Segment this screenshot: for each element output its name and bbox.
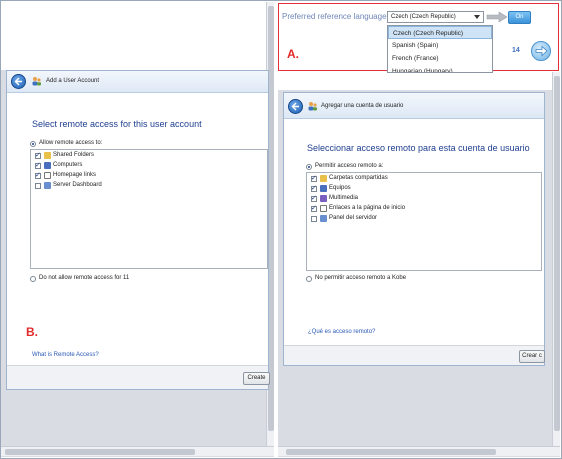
media-icon bbox=[320, 195, 327, 202]
language-option-czech[interactable]: Czech (Czech Republic) bbox=[388, 26, 492, 39]
list-item: Carpetas compartidas bbox=[329, 175, 388, 181]
right-horizontal-scrollbar[interactable] bbox=[278, 446, 560, 456]
list-item: Equipos bbox=[329, 185, 351, 191]
left-add-user-dialog: Add a User Account Select remote access … bbox=[6, 70, 270, 390]
dialog-header: Add a User Account bbox=[7, 71, 268, 93]
shared-folders-checkbox[interactable] bbox=[311, 174, 317, 182]
users-icon bbox=[32, 77, 41, 86]
computers-checkbox[interactable] bbox=[35, 161, 41, 169]
arrow-right-icon bbox=[486, 11, 508, 23]
callout-b-marker: B. bbox=[26, 325, 38, 339]
create-button[interactable]: Crear c bbox=[519, 350, 545, 363]
next-page-button[interactable] bbox=[531, 41, 551, 61]
language-select-value: Czech (Czech Republic) bbox=[391, 14, 456, 20]
homepage-links-checkbox[interactable] bbox=[311, 204, 317, 212]
list-item: Homepage links bbox=[53, 172, 97, 178]
allow-access-radio[interactable] bbox=[306, 164, 312, 170]
computer-icon bbox=[44, 162, 51, 169]
computer-icon bbox=[320, 185, 327, 192]
computers-checkbox[interactable] bbox=[311, 184, 317, 192]
callout-a-marker: A. bbox=[287, 47, 299, 61]
language-option-spanish[interactable]: Spanish (Spain) bbox=[388, 39, 492, 52]
list-item: Multimedia bbox=[329, 195, 359, 201]
chevron-down-icon bbox=[474, 15, 480, 19]
access-list: Shared Folders Computers Homepage links … bbox=[30, 149, 268, 269]
allow-access-label: Permitir acceso remoto a: bbox=[315, 163, 384, 169]
back-button[interactable] bbox=[11, 74, 26, 89]
list-item: Server Dashboard bbox=[53, 182, 102, 188]
dashboard-icon bbox=[44, 182, 51, 189]
dialog-heading: Seleccionar acceso remoto para esta cuen… bbox=[307, 143, 530, 153]
deny-access-radio[interactable] bbox=[306, 276, 312, 282]
list-item: Shared Folders bbox=[53, 152, 95, 158]
homepage-links-checkbox[interactable] bbox=[35, 171, 41, 179]
translation-on-toggle[interactable]: On bbox=[508, 11, 531, 24]
folder-icon bbox=[320, 175, 327, 182]
list-item: Enlaces a la página de inicio bbox=[329, 205, 406, 211]
media-checkbox[interactable] bbox=[311, 194, 317, 202]
dialog-heading: Select remote access for this user accou… bbox=[32, 119, 202, 129]
arrow-left-icon bbox=[291, 102, 299, 111]
access-list: Carpetas compartidas Equipos Multimedia … bbox=[306, 172, 542, 271]
language-dropdown-list: Czech (Czech Republic) Spanish (Spain) F… bbox=[387, 25, 493, 73]
list-item: Panel del servidor bbox=[329, 215, 378, 221]
left-horizontal-scrollbar[interactable] bbox=[1, 446, 274, 456]
allow-access-label: Allow remote access to: bbox=[39, 140, 103, 146]
page-number: 14 bbox=[512, 47, 520, 54]
right-add-user-dialog: Agregar una cuenta de usuario Selecciona… bbox=[283, 92, 545, 366]
back-button[interactable] bbox=[288, 99, 303, 114]
next-circle-icon bbox=[535, 45, 548, 57]
server-dashboard-checkbox[interactable] bbox=[35, 183, 41, 189]
allow-access-radio[interactable] bbox=[30, 141, 36, 147]
deny-access-radio[interactable] bbox=[30, 276, 36, 282]
dialog-header: Agregar una cuenta de usuario bbox=[284, 93, 544, 119]
scroll-thumb[interactable] bbox=[554, 76, 560, 431]
dashboard-icon bbox=[320, 215, 327, 222]
deny-access-label: No permitir acceso remoto a Kobe bbox=[315, 275, 407, 281]
server-dashboard-checkbox[interactable] bbox=[311, 216, 317, 222]
folder-icon bbox=[44, 152, 51, 159]
users-icon bbox=[308, 102, 317, 111]
right-vertical-scrollbar[interactable] bbox=[552, 72, 560, 447]
dialog-footer: Create bbox=[7, 365, 270, 389]
dialog-title: Agregar una cuenta de usuario bbox=[321, 103, 404, 109]
shared-folders-checkbox[interactable] bbox=[35, 151, 41, 159]
arrow-left-icon bbox=[14, 77, 22, 86]
link-icon bbox=[44, 172, 51, 179]
remote-access-help-link[interactable]: ¿Qué es acceso remoto? bbox=[308, 329, 375, 335]
list-item: Computers bbox=[53, 162, 83, 168]
language-option-hungarian[interactable]: Hungarian (Hungary) bbox=[388, 65, 492, 72]
language-select[interactable]: Czech (Czech Republic) bbox=[387, 11, 484, 23]
preferred-language-label: Preferred reference language bbox=[282, 12, 387, 21]
language-option-french[interactable]: French (France) bbox=[388, 52, 492, 65]
left-pane-white-area bbox=[1, 2, 274, 70]
scroll-thumb[interactable] bbox=[286, 449, 496, 455]
remote-access-help-link[interactable]: What is Remote Access? bbox=[32, 352, 99, 358]
create-button[interactable]: Create bbox=[243, 372, 270, 385]
link-icon bbox=[320, 205, 327, 212]
dialog-title: Add a User Account bbox=[46, 78, 100, 84]
scroll-thumb[interactable] bbox=[5, 449, 195, 455]
deny-access-label: Do not allow remote access for 11 bbox=[39, 275, 130, 281]
dialog-footer: Crear c bbox=[284, 345, 545, 365]
